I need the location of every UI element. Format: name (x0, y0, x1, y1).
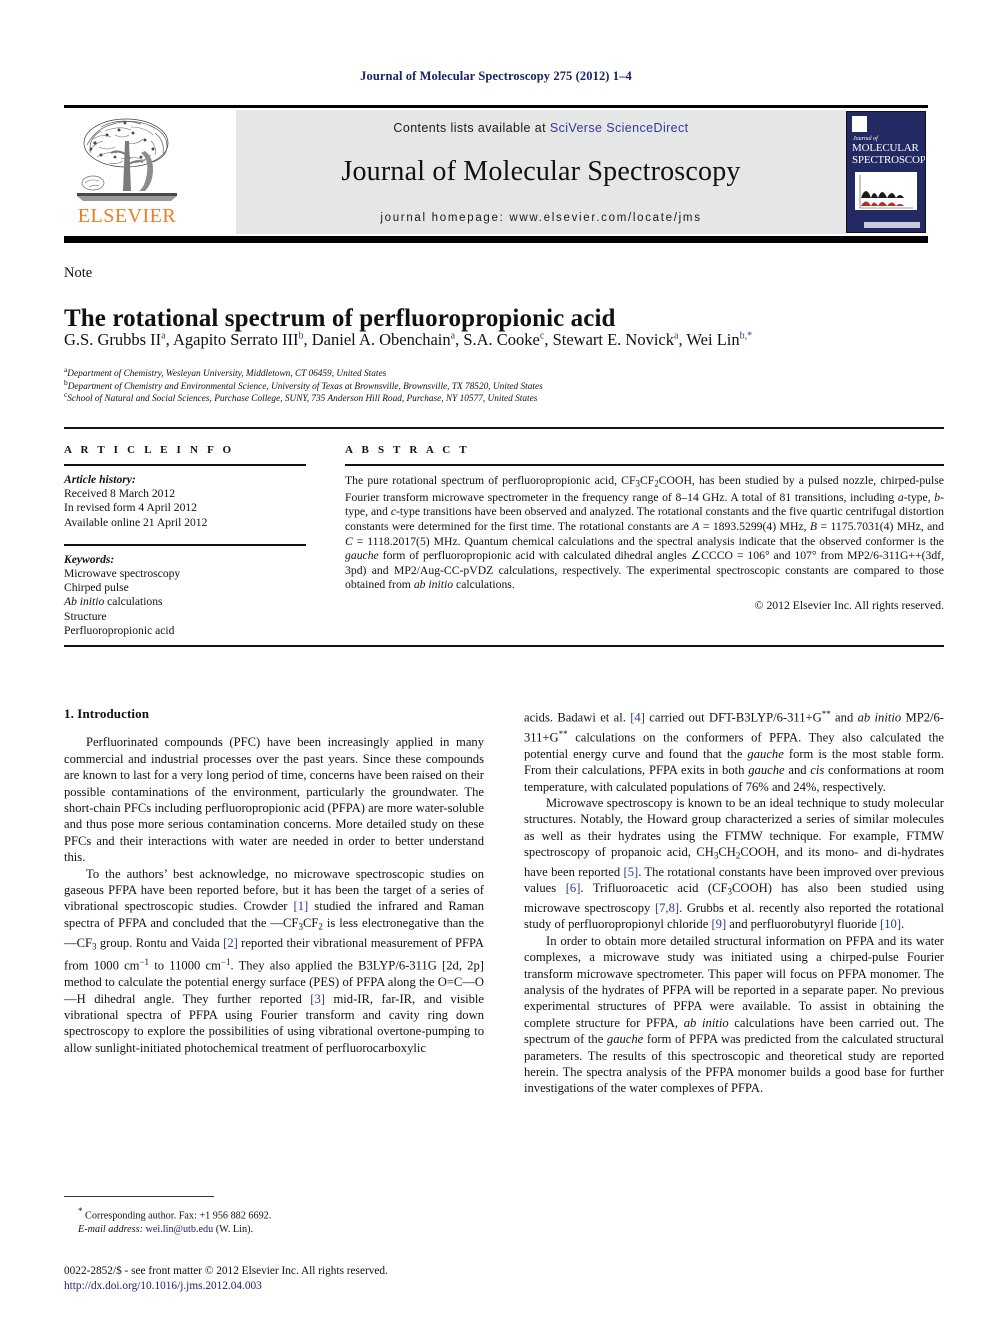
journal-masthead: ELSEVIER Contents lists available at Sci… (64, 105, 928, 243)
article-type-label: Note (64, 265, 93, 281)
issn-line: 0022-2852/$ - see front matter © 2012 El… (64, 1265, 388, 1277)
abstract-heading: A B S T R A C T (345, 444, 470, 456)
keywords-label: Keywords: (64, 552, 115, 566)
paragraph: To the authors’ best acknowledge, no mic… (64, 866, 485, 1055)
cover-title-line1: MOLECULAR (852, 142, 919, 154)
abstract-text: The pure rotational spectrum of perfluor… (345, 474, 944, 592)
email-owner: (W. Lin). (215, 1223, 254, 1235)
keyword-item: Microwave spectroscopy (64, 567, 181, 581)
elsevier-wordmark: ELSEVIER (77, 205, 177, 227)
paragraph: Microwave spectroscopy is known to be an… (524, 796, 945, 932)
paragraph: acids. Badawi et al. [4] carried out DFT… (524, 709, 944, 794)
article-info-column: A R T I C L E I N F O Article history: R… (64, 444, 306, 638)
keyword-item: Ab initio calculations (64, 595, 163, 609)
keywords-divider (64, 543, 306, 546)
info-block-top-rule (64, 427, 944, 429)
article-info-underline (64, 464, 306, 466)
affiliation-text-c: School of Natural and Social Sciences, P… (67, 394, 538, 405)
cover-spectrum-figure (855, 172, 917, 210)
abstract-column: A B S T R A C T The pure rotational spec… (345, 444, 944, 612)
history-item: In revised form 4 April 2012 (64, 501, 197, 515)
elsevier-logo: ELSEVIER (68, 113, 186, 233)
elsevier-tree-icon (71, 113, 183, 205)
paragraph: Perfluorinated compounds (PFC) have been… (64, 735, 484, 865)
keywords-block: Keywords: Microwave spectroscopy Chirped… (64, 553, 306, 638)
info-block-bottom-rule (64, 645, 944, 647)
contents-prefix: Contents lists available at (393, 121, 550, 135)
email-link[interactable]: wei.lin@utb.edu (146, 1224, 214, 1235)
cover-elsevier-icon (852, 116, 867, 132)
running-head: Journal of Molecular Spectroscopy 275 (2… (360, 69, 632, 83)
paper-page: Journal of Molecular Spectroscopy 275 (2… (0, 0, 992, 1323)
cover-footer-bar (864, 222, 920, 228)
article-history-label: Article history: (64, 473, 136, 486)
history-item: Available online 21 April 2012 (64, 515, 208, 529)
keyword-item: Perfluoropropionic acid (64, 623, 175, 637)
abstract-copyright: © 2012 Elsevier Inc. All rights reserved… (754, 599, 944, 612)
author-list: G.S. Grubbs IIa, Agapito Serrato IIIb, D… (64, 330, 753, 349)
footnote-divider (64, 1196, 214, 1197)
body-column-right: acids. Badawi et al. [4] carried out DFT… (524, 706, 944, 1097)
keyword-item: Chirped pulse (64, 581, 129, 595)
history-item: Received 8 March 2012 (64, 487, 176, 501)
masthead-bottom-rule (64, 236, 928, 243)
section-title-introduction: 1. Introduction (64, 706, 150, 721)
journal-homepage[interactable]: journal homepage: www.elsevier.com/locat… (380, 212, 701, 224)
body-column-left: 1. Introduction Perfluorinated compounds… (64, 706, 484, 1056)
email-label: E-mail address: (78, 1223, 143, 1235)
doi-link[interactable]: http://dx.doi.org/10.1016/j.jms.2012.04.… (64, 1279, 534, 1294)
contents-line: Contents lists available at SciVerse Sci… (393, 121, 688, 135)
keyword-item: Structure (64, 609, 107, 623)
paragraph: In order to obtain more detailed structu… (524, 933, 944, 1096)
masthead-band: Contents lists available at SciVerse Sci… (236, 110, 846, 234)
footnote-block: * Corresponding author. Fax: +1 956 882 … (64, 1205, 484, 1236)
page-title: The rotational spectrum of perfluoroprop… (64, 304, 616, 332)
cover-title-line2: SPECTROSCOPY (852, 154, 926, 166)
masthead-top-rule (64, 105, 928, 108)
journal-cover-thumbnail: Journal of MOLECULAR SPECTROSCOPY (846, 111, 926, 233)
article-history: Article history: Received 8 March 2012 I… (64, 473, 306, 530)
affiliation-c: cSchool of Natural and Social Sciences, … (64, 389, 944, 406)
journal-title: Journal of Molecular Spectroscopy (341, 156, 741, 187)
sciencedirect-link[interactable]: SciVerse ScienceDirect (550, 121, 689, 135)
article-info-heading: A R T I C L E I N F O (64, 444, 235, 456)
imprint-block: 0022-2852/$ - see front matter © 2012 El… (64, 1264, 534, 1294)
abstract-underline (345, 464, 944, 466)
email-note: E-mail address: wei.lin@utb.edu (W. Lin)… (64, 1223, 484, 1236)
corresponding-author-note: * Corresponding author. Fax: +1 956 882 … (78, 1206, 272, 1222)
